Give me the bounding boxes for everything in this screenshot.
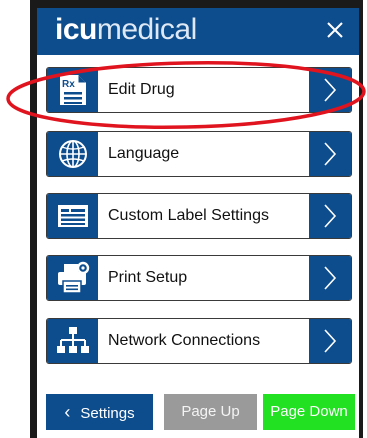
chevron-right-icon [324, 142, 337, 166]
globe-icon [58, 140, 87, 168]
menu-item-label: Network Connections [108, 332, 261, 349]
header-bar: icumedical [37, 8, 359, 55]
printer-gear-icon [57, 261, 89, 294]
menu-item-label: Print Setup [108, 269, 188, 286]
chevron-right-icon [324, 329, 337, 353]
chevron-right-icon [324, 266, 337, 290]
menu-item-label: Custom Label Settings [108, 207, 269, 224]
svg-text:Rx: Rx [62, 79, 75, 90]
network-tree-icon [56, 327, 89, 353]
rx-document-icon: Rx [59, 75, 86, 105]
close-icon [327, 22, 343, 38]
menu-item-network-connections[interactable]: Network Connections [46, 318, 352, 364]
close-button[interactable] [323, 18, 347, 42]
page-down-button[interactable]: Page Down [263, 394, 355, 430]
menu-item-edit-drug[interactable]: Rx Edit Drug [46, 67, 352, 113]
menu-item-custom-label-settings[interactable]: Custom Label Settings [46, 193, 352, 239]
menu-item-language[interactable]: Language [46, 131, 352, 177]
menu-item-label: Edit Drug [108, 81, 175, 98]
label-card-icon [57, 205, 88, 227]
settings-back-button[interactable]: ‹ Settings [46, 394, 153, 430]
menu-item-label: Language [108, 145, 180, 162]
brand-logo: icumedical [55, 13, 197, 46]
chevron-left-icon: ‹ [64, 402, 71, 422]
chevron-right-icon [324, 78, 337, 102]
menu-item-print-setup[interactable]: Print Setup [46, 255, 352, 301]
page-up-button[interactable]: Page Up [164, 394, 257, 430]
chevron-right-icon [324, 204, 337, 228]
